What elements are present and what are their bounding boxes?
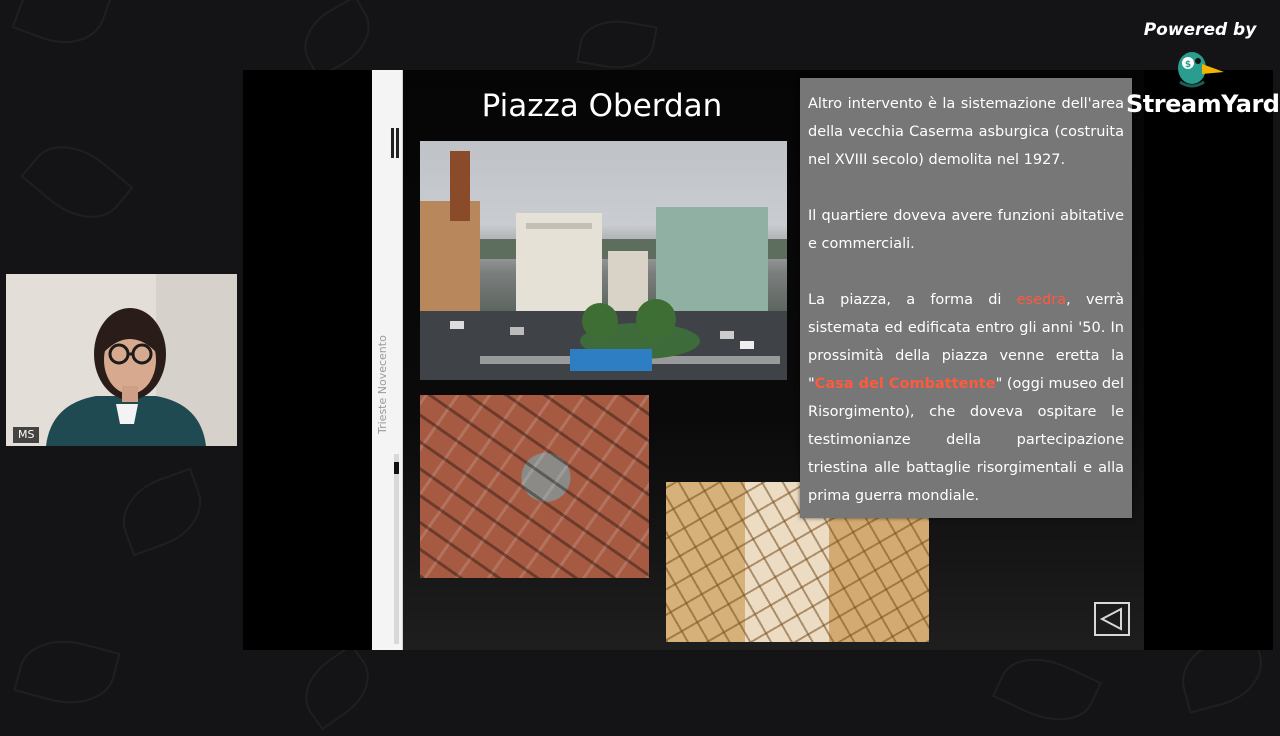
powered-by-label: Powered by (1143, 20, 1257, 40)
background-leaf (576, 13, 658, 76)
paragraph-text: " (oggi museo del Risorgimento), che dov… (808, 376, 1124, 504)
background-leaf (11, 0, 113, 57)
participant-name-badge: MS (13, 427, 40, 443)
paragraph-caserma: Altro intervento è la sistemazione dell'… (808, 96, 1124, 168)
slide-sidebar: Trieste Novecento (372, 70, 403, 650)
background-leaf (13, 628, 121, 716)
streamyard-logo: StreamYard (1126, 90, 1280, 118)
slide-title: Piazza Oberdan (481, 88, 723, 124)
sidebar-scroll-thumb[interactable] (394, 462, 399, 474)
back-button[interactable] (1094, 602, 1130, 636)
sidebar-scrollbar[interactable] (394, 454, 399, 644)
background-leaf (20, 127, 134, 237)
streamyard-duck-icon: $ (1178, 52, 1224, 88)
sidebar-title: Trieste Novecento (376, 335, 389, 435)
paragraph-text: La piazza, a forma di (808, 292, 1017, 308)
background-leaf (991, 642, 1103, 736)
background-leaf (291, 0, 383, 79)
paragraph-piazza: La piazza, a forma di esedra, verrà sist… (808, 286, 1124, 510)
paragraph-quartiere: Il quartiere doveva avere funzioni abita… (808, 208, 1124, 252)
participant-video (6, 274, 237, 446)
aerial-map-image (420, 395, 649, 578)
svg-text:$: $ (1185, 60, 1191, 70)
background-leaf (291, 643, 383, 731)
triangle-left-icon (1099, 607, 1122, 631)
slide-text-box: Altro intervento è la sistemazione dell'… (800, 78, 1132, 518)
sidebar-marker (391, 128, 394, 158)
highlight-casa-del-combattente: Casa del Combattente (814, 376, 996, 392)
piazza-photo (420, 141, 787, 380)
highlight-esedra: esedra (1016, 292, 1067, 308)
participant-video-tile[interactable]: MS (6, 274, 237, 446)
presentation-slide: Trieste Novecento Piazza Oberdan Altro i… (372, 70, 1144, 650)
sidebar-marker (396, 128, 399, 158)
background-leaf (111, 467, 213, 557)
piazza-photo-illustration (420, 151, 787, 380)
